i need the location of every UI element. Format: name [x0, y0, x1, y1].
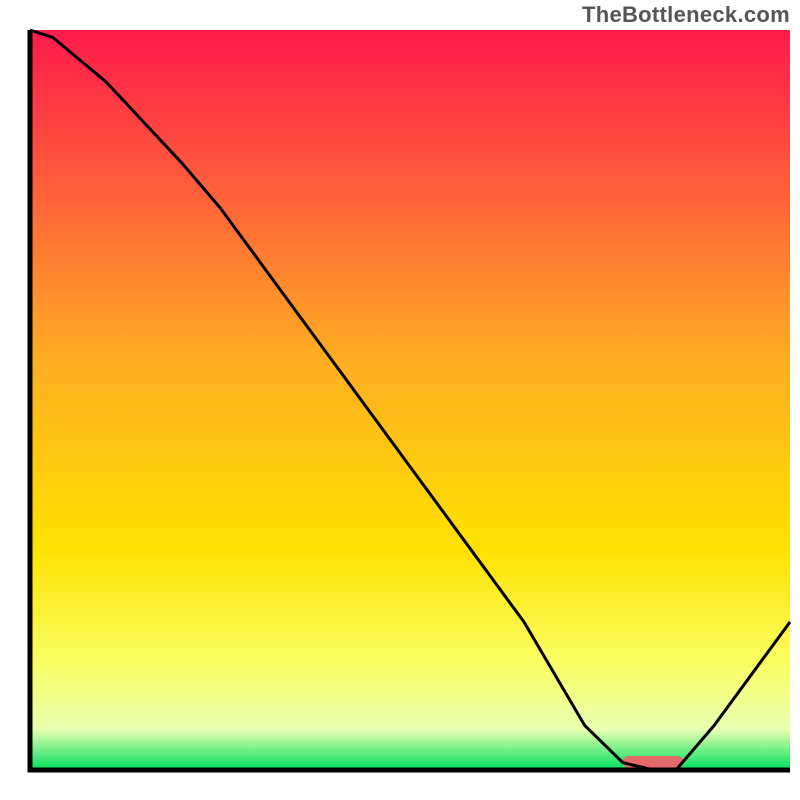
- watermark-text: TheBottleneck.com: [582, 2, 790, 28]
- chart-container: TheBottleneck.com: [0, 0, 800, 800]
- plot-background: [30, 30, 790, 770]
- bottleneck-chart: [0, 0, 800, 800]
